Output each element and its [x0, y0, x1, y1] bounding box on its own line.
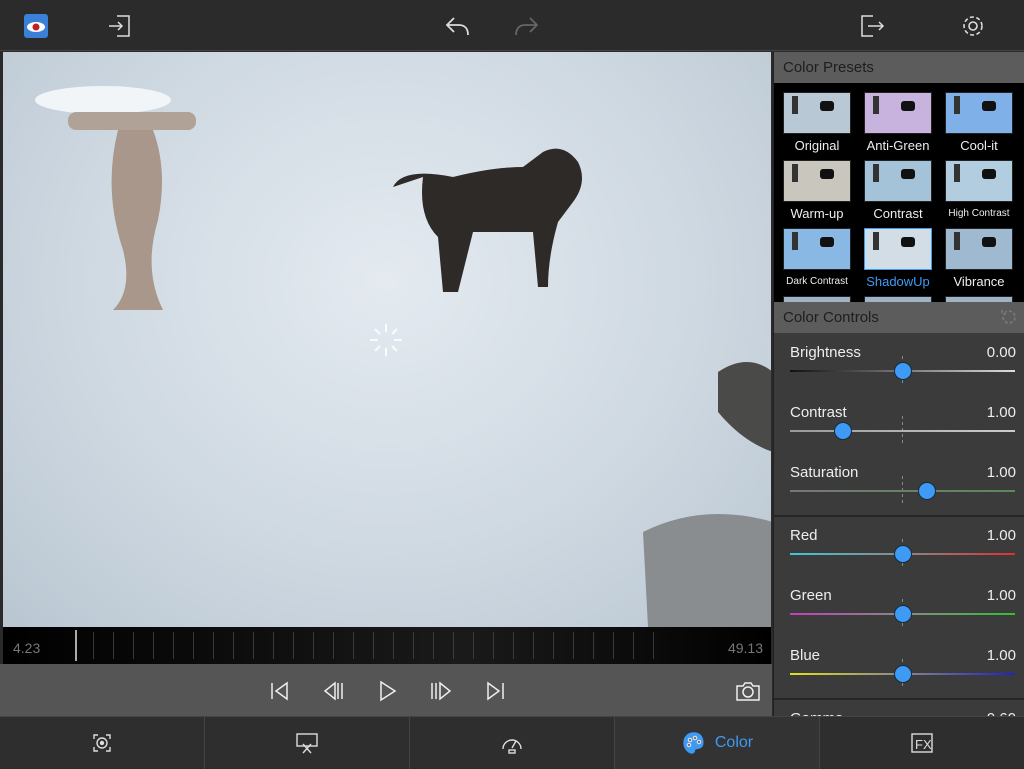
preset-thumbnail [864, 92, 932, 134]
timeline-start-time: 4.23 [13, 640, 41, 656]
slider-track[interactable] [790, 430, 1015, 432]
slider-label: Red [790, 527, 818, 544]
slider-thumb[interactable] [893, 545, 912, 563]
svg-text:FX: FX [915, 737, 932, 752]
slider-value: 1.00 [986, 587, 1016, 604]
preset-dark-contrast[interactable]: Dark Contrast [782, 228, 852, 287]
tab-trim-scissors[interactable] [205, 717, 410, 769]
slider-label: Green [790, 587, 832, 604]
slider-saturation: Saturation 1.00 [774, 454, 1024, 514]
preset-thumbnail [945, 228, 1013, 270]
tab-palette[interactable]: Color [615, 717, 820, 769]
preset-anti-green[interactable]: Anti-Green [863, 92, 933, 153]
slider-blue: Blue 1.00 [774, 637, 1024, 697]
slider-value: 1.00 [986, 404, 1016, 421]
preset-cool-it[interactable]: Cool-it [944, 92, 1014, 153]
stabilize-target-icon [93, 734, 111, 752]
preset-thumbnail [864, 228, 932, 270]
settings-gear-icon[interactable] [959, 12, 987, 40]
camera-icon[interactable] [735, 678, 761, 704]
slider-thumb[interactable] [833, 422, 852, 440]
undo-icon[interactable] [444, 12, 472, 40]
speed-gauge-icon [502, 739, 522, 754]
slider-value: 1.00 [986, 647, 1016, 664]
import-icon[interactable] [106, 12, 134, 40]
skip-start-icon[interactable] [267, 678, 293, 704]
preset-thumbnail [945, 160, 1013, 202]
export-icon[interactable] [858, 12, 886, 40]
play-icon[interactable] [374, 678, 400, 704]
slider-value: 0.00 [986, 344, 1016, 361]
preset-warm-up[interactable]: Warm-up [782, 160, 852, 221]
slider-thumb[interactable] [893, 362, 912, 380]
slider-value: 1.00 [986, 527, 1016, 544]
slider-contrast: Contrast 1.00 [774, 394, 1024, 454]
tab-label: Color [714, 734, 754, 751]
preset-thumbnail [783, 160, 851, 202]
preset-original[interactable]: Original [782, 92, 852, 153]
slider-label: Blue [790, 647, 821, 664]
color-presets-header: Color Presets [774, 52, 1024, 83]
preset-label: ShadowUp [866, 274, 930, 289]
bottom-tab-bar: Color FX [0, 716, 1024, 769]
loading-spinner-icon [370, 324, 402, 356]
reset-icon[interactable] [999, 307, 1019, 327]
preset-contrast[interactable]: Contrast [863, 160, 933, 221]
slider-brightness: Brightness 0.00 [774, 334, 1024, 394]
skip-end-icon[interactable] [482, 678, 508, 704]
slider-thumb[interactable] [893, 665, 912, 683]
step-forward-icon[interactable] [428, 678, 454, 704]
preset-thumbnail [783, 92, 851, 134]
redo-icon[interactable] [512, 12, 540, 40]
slider-label: Brightness [790, 344, 861, 361]
color-controls-title: Color Controls [783, 309, 879, 326]
preset-label: Cool-it [960, 138, 998, 153]
preset-shadowup[interactable]: ShadowUp [863, 228, 933, 289]
presets-grid[interactable]: Original Anti-Green Cool-it Warm-up Contrast… [774, 83, 1024, 302]
preset-label: Contrast [873, 206, 923, 221]
palette-icon [683, 732, 704, 754]
color-controls-header: Color Controls [774, 302, 1024, 333]
app-logo-icon[interactable] [22, 12, 50, 40]
slider-label: Saturation [790, 464, 859, 481]
preset-label: High Contrast [948, 208, 1010, 219]
preset-vibrance[interactable]: Vibrance [944, 228, 1014, 289]
preset-thumbnail [783, 228, 851, 270]
tab-fx[interactable]: FX [820, 717, 1024, 769]
slider-gamma: Gamma0.60 [774, 700, 1024, 716]
slider-thumb[interactable] [918, 482, 937, 500]
timeline-scrubber[interactable]: 4.23 49.13 [3, 627, 771, 664]
tab-speed-gauge[interactable] [410, 717, 615, 769]
playback-controls [0, 664, 772, 716]
slider-thumb[interactable] [893, 605, 912, 623]
slider-label: Contrast [790, 404, 847, 421]
step-back-icon[interactable] [321, 678, 347, 704]
preset-label: Warm-up [790, 206, 844, 221]
video-preview[interactable] [3, 52, 771, 627]
preset-thumbnail [945, 92, 1013, 134]
timeline-end-time: 49.13 [727, 640, 763, 656]
slider-track[interactable] [790, 490, 1015, 492]
slider-red: Red 1.00 [774, 517, 1024, 577]
preset-high-contrast[interactable]: High Contrast [944, 160, 1014, 219]
preset-thumbnail [864, 160, 932, 202]
trim-scissors-icon [296, 733, 318, 754]
tab-stabilize-target[interactable] [0, 717, 205, 769]
preset-label: Original [794, 138, 840, 153]
color-panel: Color Presets Original Anti-Green Cool-it W… [773, 52, 1024, 716]
slider-green: Green 1.00 [774, 577, 1024, 637]
slider-value: 1.00 [986, 464, 1016, 481]
top-toolbar [0, 0, 1024, 51]
preset-label: Anti-Green [866, 138, 930, 153]
fx-icon: FX [911, 733, 933, 753]
preset-label: Vibrance [953, 274, 1005, 289]
timeline-ticks [93, 632, 673, 659]
video-frame-image [35, 86, 771, 627]
playhead[interactable] [75, 630, 77, 661]
preset-label: Dark Contrast [786, 276, 848, 287]
